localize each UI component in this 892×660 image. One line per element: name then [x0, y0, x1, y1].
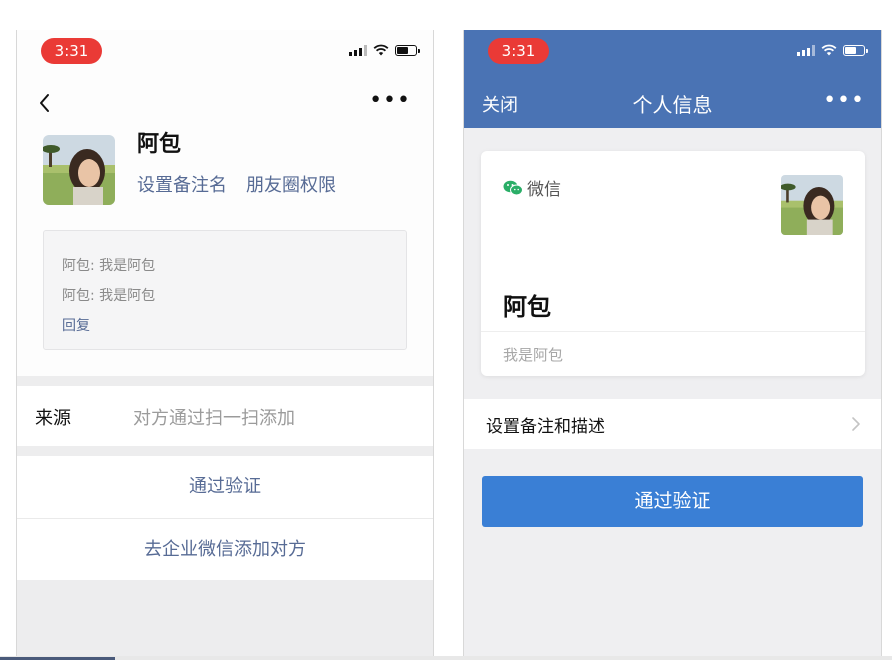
set-remark-description-row[interactable]: 设置备注和描述 — [464, 399, 881, 449]
back-arrow-icon[interactable] — [37, 92, 53, 114]
more-options-icon[interactable]: ••• — [823, 90, 865, 112]
battery-icon — [843, 44, 868, 56]
avatar-photo — [781, 175, 843, 235]
status-bar: 3:31 — [17, 30, 433, 74]
empty-area — [17, 580, 433, 660]
bottom-edge — [0, 656, 892, 660]
reply-link[interactable]: 回复 — [62, 311, 388, 341]
contact-name: 阿包 — [137, 132, 182, 157]
wechat-source-tag: 微信 — [503, 175, 561, 200]
wechat-icon — [503, 180, 523, 195]
status-icons — [797, 44, 868, 56]
signal-icon — [349, 44, 367, 56]
source-label: 来源 — [35, 408, 71, 429]
more-options-icon[interactable]: ••• — [369, 90, 411, 112]
status-time: 3:31 — [488, 38, 549, 64]
navbar: 3:31 关闭 个人信息 ••• — [464, 30, 881, 128]
verification-messages: 阿包: 我是阿包 阿包: 我是阿包 回复 — [43, 230, 407, 350]
remark-row-label: 设置备注和描述 — [486, 417, 605, 437]
page-title: 个人信息 — [632, 93, 713, 117]
verify-button[interactable]: 通过验证 — [482, 476, 863, 527]
source-value: 对方通过扫一扫添加 — [133, 408, 295, 429]
battery-icon — [395, 44, 420, 56]
avatar — [43, 135, 115, 205]
wifi-icon — [821, 44, 837, 56]
chevron-right-icon — [852, 417, 860, 431]
set-remark-link[interactable]: 设置备注名 — [137, 171, 227, 197]
add-via-wecom-button[interactable]: 去企业微信添加对方 — [17, 519, 433, 581]
message-line: 阿包: 我是阿包 — [62, 258, 156, 274]
status-icons — [349, 44, 420, 56]
status-time: 3:31 — [41, 38, 102, 64]
wechat-label: 微信 — [527, 180, 561, 200]
verify-button[interactable]: 通过验证 — [17, 456, 433, 518]
section-divider — [17, 446, 433, 456]
signal-icon — [797, 44, 815, 56]
profile-links: 设置备注名 朋友圈权限 — [137, 171, 336, 197]
contact-name: 阿包 — [503, 293, 551, 321]
signature-text: 我是阿包 — [503, 346, 564, 364]
message-line: 阿包: 我是阿包 — [62, 288, 156, 304]
divider — [481, 331, 865, 332]
moments-permission-link[interactable]: 朋友圈权限 — [246, 171, 336, 197]
source-row: 来源 对方通过扫一扫添加 — [17, 386, 433, 446]
status-bar: 3:31 — [464, 30, 881, 74]
profile-card: 微信 阿包 我是阿包 — [481, 151, 865, 376]
avatar-photo — [43, 135, 115, 205]
wifi-icon — [373, 44, 389, 56]
avatar — [781, 175, 843, 235]
section-divider — [17, 376, 433, 386]
wecom-personal-info-screen: 3:31 关闭 个人信息 ••• 微信 阿包 我是阿包 设置备注和描述 通过验证 — [463, 30, 882, 660]
wechat-friend-request-screen: 3:31 ••• 阿包 设置备注名 朋友圈权限 阿包: 我是阿包 阿包: 我是阿… — [16, 30, 434, 660]
